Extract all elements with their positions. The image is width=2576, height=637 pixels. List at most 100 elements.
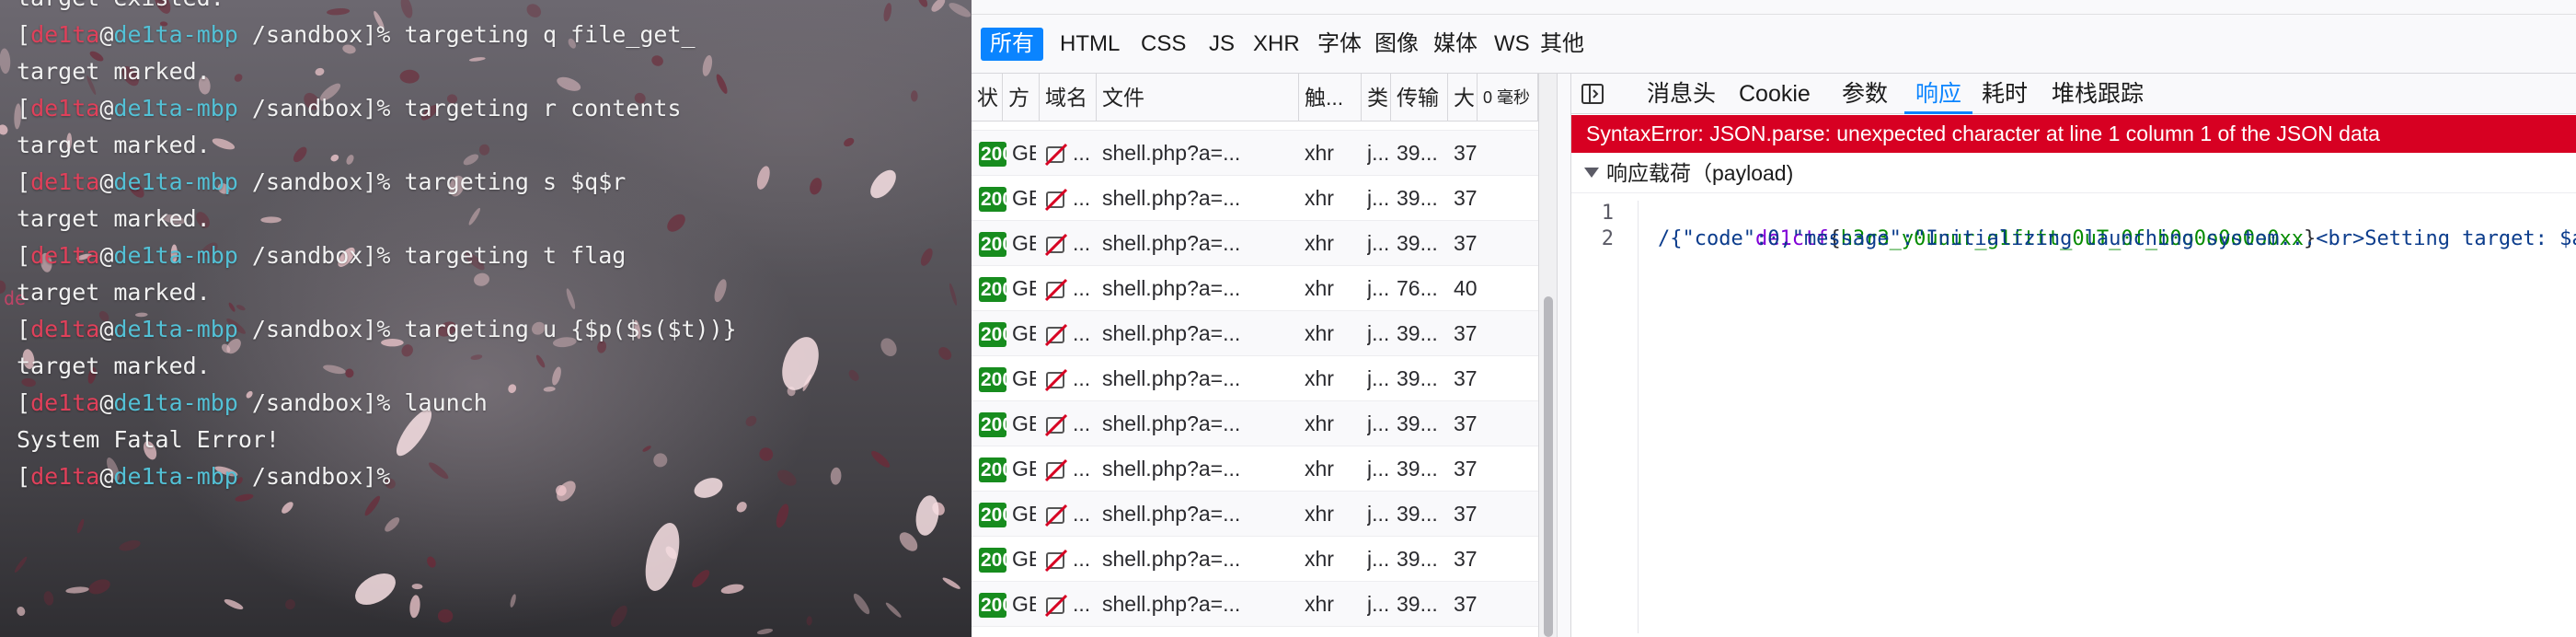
request-method: GET <box>1012 366 1036 390</box>
request-file: shell.php?a=... <box>1102 502 1241 526</box>
table-row[interactable]: 200GET... shell.php?a=... xhr j... 39... 37 <box>972 492 1538 537</box>
request-type-filter-bar: 所有 HTML CSS JS XHR 字体 图像 媒体 WS 其他 <box>972 15 2576 74</box>
col-status[interactable]: 状 <box>972 74 1003 122</box>
col-transferred[interactable]: 传输 <box>1391 74 1448 122</box>
request-size: 37 <box>1454 321 1478 345</box>
request-table-header: 状方域名 文件 触... 类传输大 0 毫秒 <box>972 74 1538 122</box>
table-row[interactable]: 200GET... shell.php?a=... xhr j... 39... 37 <box>972 131 1538 176</box>
scrollbar-thumb[interactable] <box>1544 296 1553 637</box>
prompt-host: de1ta-mbp <box>113 95 238 122</box>
request-method: GET <box>1012 457 1036 481</box>
request-size: 37 <box>1454 547 1478 571</box>
filter-tab[interactable]: JS <box>1200 28 1244 61</box>
status-badge: 200 <box>979 548 1006 573</box>
filter-tab[interactable]: 媒体 <box>1424 28 1487 61</box>
sidebar-toggle-icon[interactable] <box>1581 82 1604 106</box>
table-row[interactable]: 200GET... shell.php?a=... xhr j... 39... 37 <box>972 221 1538 266</box>
status-badge: 200 <box>979 187 1006 212</box>
line-number: 1 <box>1601 202 1614 225</box>
tab-params[interactable]: 参数 <box>1831 74 1899 114</box>
caret-down-icon[interactable] <box>1584 168 1599 178</box>
terminal-prompt-line: [de1ta@de1ta-mbp /sandbox]% launch <box>17 385 737 422</box>
blocked-request-icon <box>1044 594 1068 618</box>
request-initiator: xhr <box>1305 366 1334 390</box>
col-method[interactable]: 方 <box>1003 74 1040 122</box>
panel-splitter[interactable] <box>1557 74 1571 637</box>
prompt-path: /sandbox]% <box>237 242 405 269</box>
col-domain[interactable]: 域名 <box>1040 74 1097 122</box>
col-timeline[interactable]: 0 毫秒 <box>1478 74 1538 122</box>
terminal-output-line: target marked. <box>17 279 211 306</box>
table-row[interactable]: 200GET... shell.php?a=... xhr j... 39... 37 <box>972 537 1538 582</box>
table-row[interactable]: 200GET... shell.php?a=... xhr j... 39... 37 <box>972 582 1538 627</box>
table-row[interactable]: 200GET... shell.php?a=... xhr j... 39... 37 <box>972 446 1538 492</box>
terminal-window[interactable]: de target existed.[de1ta@de1ta-mbp /sand… <box>0 0 972 637</box>
blocked-request-icon <box>1044 233 1068 257</box>
terminal-output[interactable]: target existed.[de1ta@de1ta-mbp /sandbox… <box>17 0 737 495</box>
gutter-divider <box>1638 201 1639 633</box>
blocked-request-icon <box>1044 323 1068 347</box>
request-file: shell.php?a=... <box>1102 276 1241 300</box>
prompt-user: de1ta <box>30 389 100 416</box>
tab-timings[interactable]: 耗时 <box>1971 74 2039 114</box>
filter-tab[interactable]: HTML <box>1051 28 1129 61</box>
table-row[interactable]: 200GET... shell.php?a=... xhr j... 39... 37 <box>972 401 1538 446</box>
prompt-at: @ <box>99 95 114 122</box>
payload-title: 响应载荷（payload) <box>1606 161 1794 185</box>
terminal-output-line: target existed. <box>17 0 737 17</box>
blocked-request-icon <box>1044 413 1068 437</box>
prompt-command: targeting s $q$r <box>404 168 627 195</box>
request-size: 40 <box>1454 276 1478 300</box>
col-type[interactable]: 类 <box>1362 74 1391 122</box>
filter-tab[interactable]: CSS <box>1132 28 1195 61</box>
request-initiator: xhr <box>1305 141 1334 165</box>
code-line-1: de1ctf{h3r3_y0uuur_g1fttt_0uT_0f_b0o0o0o… <box>1658 201 2316 250</box>
col-size[interactable]: 大 <box>1448 74 1478 122</box>
tab-stack-trace[interactable]: 堆栈跟踪 <box>2041 74 2155 114</box>
terminal-prompt-line: [de1ta@de1ta-mbp /sandbox]% targeting q … <box>17 17 737 53</box>
filter-tab[interactable]: 图像 <box>1365 28 1428 61</box>
col-initiator[interactable]: 触... <box>1299 74 1362 122</box>
prompt-user: de1ta <box>30 463 100 490</box>
domain-ellipsis: ... <box>1073 547 1091 571</box>
table-row[interactable]: 200GET... shell.php?a=... xhr j... 76... 40 <box>972 266 1538 311</box>
prompt-host: de1ta-mbp <box>113 21 238 48</box>
col-file[interactable]: 文件 <box>1097 74 1299 122</box>
filter-tab[interactable]: XHR <box>1244 28 1309 61</box>
status-badge: 200 <box>979 232 1006 257</box>
prompt-bracket: [ <box>17 242 31 269</box>
domain-ellipsis: ... <box>1073 186 1091 210</box>
terminal-prompt-line: [de1ta@de1ta-mbp /sandbox]% targeting r … <box>17 90 737 127</box>
request-type: j... <box>1367 231 1389 255</box>
json-parse-error-banner: SyntaxError: JSON.parse: unexpected char… <box>1571 115 2576 153</box>
request-type: j... <box>1367 592 1389 616</box>
request-transferred: 39... <box>1397 366 1438 390</box>
request-size: 37 <box>1454 141 1478 165</box>
request-file: shell.php?a=... <box>1102 321 1241 345</box>
prompt-bracket: [ <box>17 463 31 490</box>
filter-tab[interactable]: 所有 <box>981 28 1043 61</box>
prompt-bracket: [ <box>17 95 31 122</box>
filter-tab[interactable]: 其他 <box>1531 28 1593 61</box>
terminal-prompt-line: [de1ta@de1ta-mbp /sandbox]% targeting s … <box>17 164 737 201</box>
table-row[interactable]: 200GET... shell.php?a=... xhr j... 39... 37 <box>972 356 1538 401</box>
request-method: GET <box>1012 592 1036 616</box>
blocked-request-icon <box>1044 278 1068 302</box>
request-table-scrollbar[interactable] <box>1538 74 1557 637</box>
blocked-request-icon <box>1044 368 1068 392</box>
request-size: 37 <box>1454 502 1478 526</box>
payload-section-header[interactable]: 响应载荷（payload) <box>1571 153 2576 193</box>
filter-tab[interactable]: 字体 <box>1308 28 1371 61</box>
request-transferred: 39... <box>1397 547 1438 571</box>
request-type: j... <box>1367 141 1389 165</box>
table-row[interactable]: 200GET... shell.php?a=... xhr j... 39... 37 <box>972 176 1538 221</box>
table-row[interactable]: 200GET... shell.php?a=... xhr j... 39... 37 <box>972 311 1538 356</box>
tab-response[interactable]: 响应 <box>1904 74 1973 114</box>
prompt-command: targeting q file_get_ <box>404 21 696 48</box>
tab-headers[interactable]: 消息头 <box>1636 74 1727 114</box>
response-code-view[interactable]: 1 2 de1ctf{h3r3_y0uuur_g1fttt_0uT_0f_b0o… <box>1571 201 2576 633</box>
request-table-body[interactable]: 200GET...shell.php?a=...xhrj...39...3720… <box>972 122 1538 637</box>
prompt-host: de1ta-mbp <box>113 316 238 342</box>
tab-cookie[interactable]: Cookie <box>1728 74 1822 114</box>
request-file: shell.php?a=... <box>1102 411 1241 435</box>
